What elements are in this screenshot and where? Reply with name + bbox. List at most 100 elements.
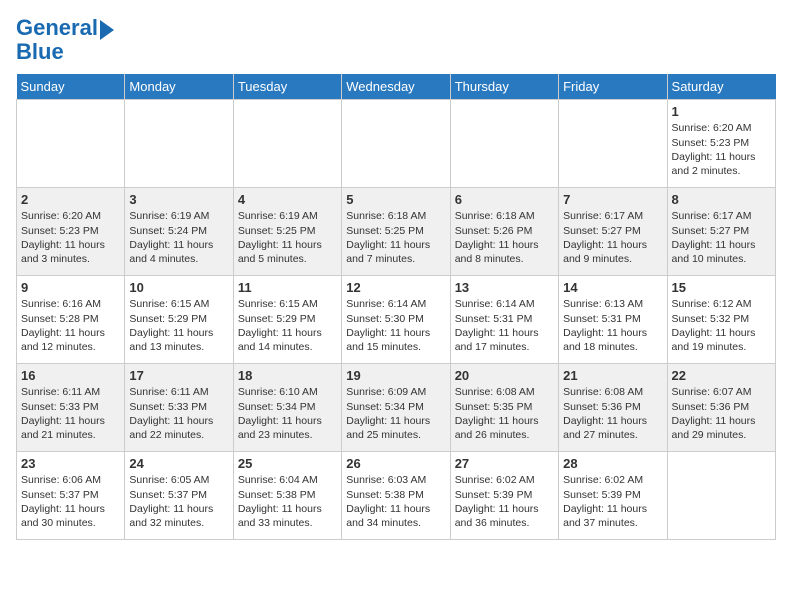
calendar-cell: 28Sunrise: 6:02 AM Sunset: 5:39 PM Dayli… xyxy=(559,452,667,540)
day-info: Sunrise: 6:09 AM Sunset: 5:34 PM Dayligh… xyxy=(346,385,445,442)
day-number: 22 xyxy=(672,368,771,383)
day-info: Sunrise: 6:17 AM Sunset: 5:27 PM Dayligh… xyxy=(672,209,771,266)
day-number: 23 xyxy=(21,456,120,471)
calendar-cell: 23 Sunrise: 6:06 AM Sunset: 5:37 PM Dayli… xyxy=(17,452,125,540)
calendar-cell: 4 Sunrise: 6:19 AM Sunset: 5:25 PM Daylig… xyxy=(233,188,341,276)
day-number: 15 xyxy=(672,280,771,295)
calendar-cell xyxy=(125,100,233,188)
calendar-cell: 25 Sunrise: 6:04 AM Sunset: 5:38 PM Dayli… xyxy=(233,452,341,540)
col-header-tuesday: Tuesday xyxy=(233,74,341,100)
calendar-cell: 17 Sunrise: 6:11 AM Sunset: 5:33 PM Dayli… xyxy=(125,364,233,452)
calendar-week-row: 16Sunrise: 6:11 AM Sunset: 5:33 PM Dayli… xyxy=(17,364,776,452)
calendar-header-row: SundayMondayTuesdayWednesdayThursdayFrid… xyxy=(17,74,776,100)
calendar-cell: 6Sunrise: 6:18 AM Sunset: 5:26 PM Daylig… xyxy=(450,188,558,276)
day-number: 11 xyxy=(238,280,337,295)
day-info: Sunrise: 6:02 AM Sunset: 5:39 PM Dayligh… xyxy=(455,473,554,530)
day-number: 8 xyxy=(672,192,771,207)
col-header-saturday: Saturday xyxy=(667,74,775,100)
day-number: 6 xyxy=(455,192,554,207)
page-header: General Blue xyxy=(16,16,776,64)
day-info: Sunrise: 6:15 AM Sunset: 5:29 PM Dayligh… xyxy=(129,297,228,354)
day-info: Sunrise: 6:13 AM Sunset: 5:31 PM Dayligh… xyxy=(563,297,662,354)
calendar-cell: 24Sunrise: 6:05 AM Sunset: 5:37 PM Dayli… xyxy=(125,452,233,540)
day-number: 5 xyxy=(346,192,445,207)
calendar-cell xyxy=(559,100,667,188)
calendar-cell: 21 Sunrise: 6:08 AM Sunset: 5:36 PM Dayli… xyxy=(559,364,667,452)
day-number: 17 xyxy=(129,368,228,383)
logo: General Blue xyxy=(16,16,114,64)
day-info: Sunrise: 6:19 AM Sunset: 5:25 PM Dayligh… xyxy=(238,209,337,266)
calendar-cell: 20 Sunrise: 6:08 AM Sunset: 5:35 PM Dayli… xyxy=(450,364,558,452)
day-number: 19 xyxy=(346,368,445,383)
calendar-table: SundayMondayTuesdayWednesdayThursdayFrid… xyxy=(16,74,776,540)
logo-arrow-icon xyxy=(100,20,114,40)
day-number: 12 xyxy=(346,280,445,295)
day-number: 20 xyxy=(455,368,554,383)
day-info: Sunrise: 6:16 AM Sunset: 5:28 PM Dayligh… xyxy=(21,297,120,354)
calendar-cell: 7 Sunrise: 6:17 AM Sunset: 5:27 PM Daylig… xyxy=(559,188,667,276)
day-number: 21 xyxy=(563,368,662,383)
col-header-friday: Friday xyxy=(559,74,667,100)
day-number: 9 xyxy=(21,280,120,295)
day-info: Sunrise: 6:11 AM Sunset: 5:33 PM Dayligh… xyxy=(129,385,228,442)
day-info: Sunrise: 6:06 AM Sunset: 5:37 PM Dayligh… xyxy=(21,473,120,530)
calendar-cell: 22 Sunrise: 6:07 AM Sunset: 5:36 PM Dayli… xyxy=(667,364,775,452)
day-number: 18 xyxy=(238,368,337,383)
calendar-cell: 11Sunrise: 6:15 AM Sunset: 5:29 PM Dayli… xyxy=(233,276,341,364)
col-header-thursday: Thursday xyxy=(450,74,558,100)
day-info: Sunrise: 6:20 AM Sunset: 5:23 PM Dayligh… xyxy=(672,121,771,178)
day-info: Sunrise: 6:19 AM Sunset: 5:24 PM Dayligh… xyxy=(129,209,228,266)
day-info: Sunrise: 6:08 AM Sunset: 5:35 PM Dayligh… xyxy=(455,385,554,442)
calendar-cell xyxy=(667,452,775,540)
day-number: 7 xyxy=(563,192,662,207)
day-info: Sunrise: 6:10 AM Sunset: 5:34 PM Dayligh… xyxy=(238,385,337,442)
day-info: Sunrise: 6:03 AM Sunset: 5:38 PM Dayligh… xyxy=(346,473,445,530)
day-info: Sunrise: 6:04 AM Sunset: 5:38 PM Dayligh… xyxy=(238,473,337,530)
day-number: 28 xyxy=(563,456,662,471)
day-info: Sunrise: 6:14 AM Sunset: 5:31 PM Dayligh… xyxy=(455,297,554,354)
day-info: Sunrise: 6:11 AM Sunset: 5:33 PM Dayligh… xyxy=(21,385,120,442)
calendar-cell: 19 Sunrise: 6:09 AM Sunset: 5:34 PM Dayli… xyxy=(342,364,450,452)
col-header-sunday: Sunday xyxy=(17,74,125,100)
day-number: 13 xyxy=(455,280,554,295)
day-info: Sunrise: 6:14 AM Sunset: 5:30 PM Dayligh… xyxy=(346,297,445,354)
col-header-monday: Monday xyxy=(125,74,233,100)
calendar-cell: 18 Sunrise: 6:10 AM Sunset: 5:34 PM Dayli… xyxy=(233,364,341,452)
calendar-cell: 9 Sunrise: 6:16 AM Sunset: 5:28 PM Daylig… xyxy=(17,276,125,364)
day-info: Sunrise: 6:12 AM Sunset: 5:32 PM Dayligh… xyxy=(672,297,771,354)
logo-general: General xyxy=(16,15,98,40)
calendar-week-row: 1 Sunrise: 6:20 AM Sunset: 5:23 PM Daylig… xyxy=(17,100,776,188)
logo-blue: Blue xyxy=(16,40,114,64)
calendar-cell: 1 Sunrise: 6:20 AM Sunset: 5:23 PM Daylig… xyxy=(667,100,775,188)
day-number: 10 xyxy=(129,280,228,295)
calendar-week-row: 2 Sunrise: 6:20 AM Sunset: 5:23 PM Daylig… xyxy=(17,188,776,276)
calendar-cell xyxy=(450,100,558,188)
calendar-cell: 3 Sunrise: 6:19 AM Sunset: 5:24 PM Daylig… xyxy=(125,188,233,276)
calendar-cell: 8 Sunrise: 6:17 AM Sunset: 5:27 PM Daylig… xyxy=(667,188,775,276)
day-info: Sunrise: 6:17 AM Sunset: 5:27 PM Dayligh… xyxy=(563,209,662,266)
day-number: 4 xyxy=(238,192,337,207)
calendar-cell xyxy=(342,100,450,188)
col-header-wednesday: Wednesday xyxy=(342,74,450,100)
day-number: 25 xyxy=(238,456,337,471)
logo-text: General xyxy=(16,16,98,40)
calendar-cell: 14 Sunrise: 6:13 AM Sunset: 5:31 PM Dayli… xyxy=(559,276,667,364)
day-info: Sunrise: 6:20 AM Sunset: 5:23 PM Dayligh… xyxy=(21,209,120,266)
day-info: Sunrise: 6:18 AM Sunset: 5:25 PM Dayligh… xyxy=(346,209,445,266)
day-number: 14 xyxy=(563,280,662,295)
calendar-cell: 26 Sunrise: 6:03 AM Sunset: 5:38 PM Dayli… xyxy=(342,452,450,540)
day-number: 3 xyxy=(129,192,228,207)
calendar-week-row: 23 Sunrise: 6:06 AM Sunset: 5:37 PM Dayli… xyxy=(17,452,776,540)
day-number: 26 xyxy=(346,456,445,471)
day-info: Sunrise: 6:07 AM Sunset: 5:36 PM Dayligh… xyxy=(672,385,771,442)
day-info: Sunrise: 6:08 AM Sunset: 5:36 PM Dayligh… xyxy=(563,385,662,442)
calendar-cell xyxy=(233,100,341,188)
calendar-cell xyxy=(17,100,125,188)
calendar-cell: 13 Sunrise: 6:14 AM Sunset: 5:31 PM Dayli… xyxy=(450,276,558,364)
calendar-cell: 2 Sunrise: 6:20 AM Sunset: 5:23 PM Daylig… xyxy=(17,188,125,276)
day-number: 2 xyxy=(21,192,120,207)
day-number: 27 xyxy=(455,456,554,471)
calendar-week-row: 9 Sunrise: 6:16 AM Sunset: 5:28 PM Daylig… xyxy=(17,276,776,364)
day-number: 1 xyxy=(672,104,771,119)
calendar-cell: 12 Sunrise: 6:14 AM Sunset: 5:30 PM Dayli… xyxy=(342,276,450,364)
